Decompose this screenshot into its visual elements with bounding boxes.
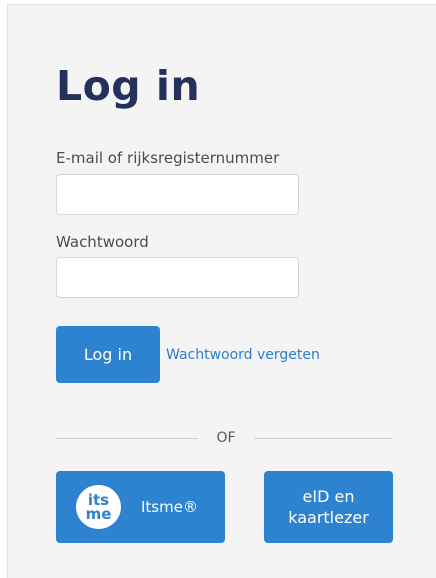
eid-login-button[interactable]: eID en kaartlezer: [264, 471, 393, 543]
password-label: Wachtwoord: [56, 233, 149, 251]
email-label: E-mail of rijksregisternummer: [56, 149, 280, 167]
page-title: Log in: [56, 62, 201, 110]
email-field[interactable]: [56, 174, 299, 215]
eid-button-line2: kaartlezer: [288, 508, 369, 527]
itsme-login-button[interactable]: its me Itsme®: [56, 471, 225, 543]
eid-button-line1: eID en: [302, 487, 355, 506]
divider-line-right: [254, 438, 393, 439]
password-field[interactable]: [56, 257, 299, 298]
divider-or-text: OF: [216, 430, 236, 446]
itsme-logo-icon: its me: [76, 485, 121, 529]
itsme-button-label: Itsme®: [141, 498, 198, 516]
divider-line-left: [56, 438, 198, 439]
forgot-password-link[interactable]: Wachtwoord vergeten: [166, 345, 320, 365]
itsme-logo-bottom: me: [85, 505, 112, 523]
login-button[interactable]: Log in: [56, 326, 160, 383]
